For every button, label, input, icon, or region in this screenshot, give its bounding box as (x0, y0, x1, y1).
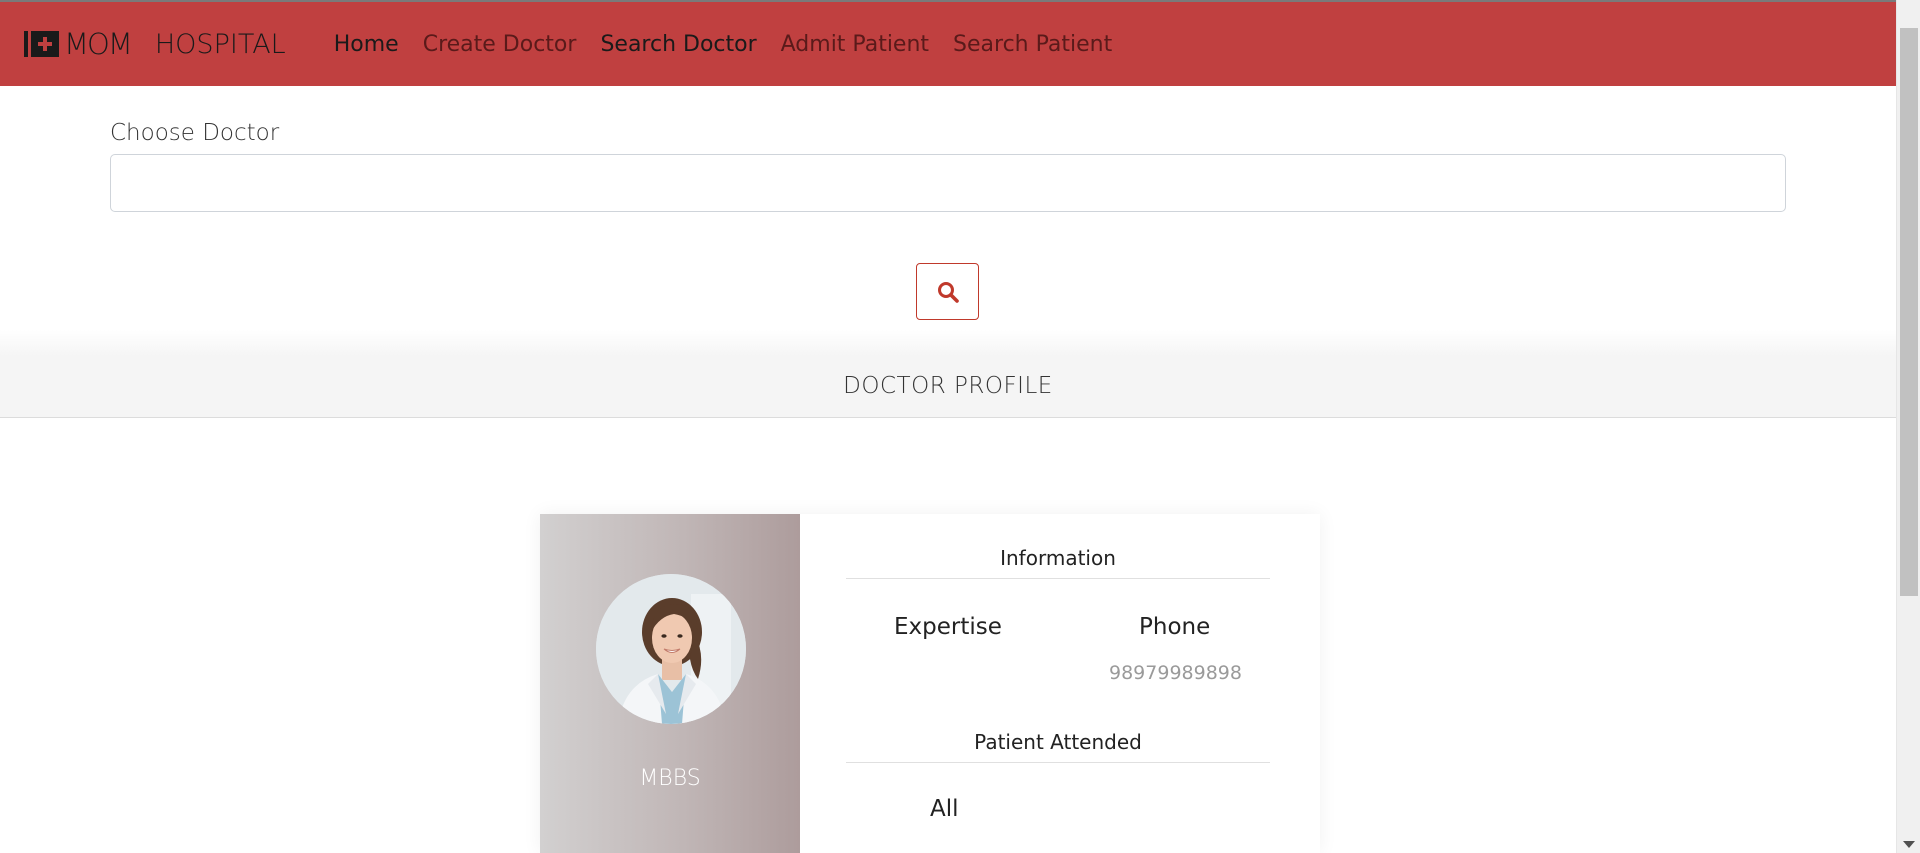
expertise-label: Expertise (894, 614, 1002, 640)
search-button[interactable] (916, 263, 979, 320)
information-title: Information (846, 546, 1270, 579)
choose-doctor-input[interactable] (110, 154, 1786, 212)
nav-admit-patient[interactable]: Admit Patient (769, 32, 941, 57)
brand-mom: MOM (64, 27, 133, 61)
profile-card-right: Information Expertise Phone 98979989898 … (800, 514, 1320, 853)
doctor-profile-card: MBBS Information Expertise Phone 9897998… (540, 514, 1320, 853)
phone-value: 98979989898 (1109, 662, 1242, 684)
choose-doctor-label: Choose Doctor (110, 120, 280, 146)
nav-home[interactable]: Home (322, 32, 411, 57)
nav-search-patient[interactable]: Search Patient (941, 32, 1124, 57)
scroll-down-arrow-icon[interactable] (1897, 835, 1920, 853)
scrollbar-thumb[interactable] (1900, 28, 1918, 596)
section-shade (0, 330, 1896, 356)
brand-hospital: HOSPITAL (154, 28, 286, 60)
medical-cross-icon (31, 31, 59, 57)
nav-create-doctor[interactable]: Create Doctor (411, 32, 589, 57)
navbar: MOM HOSPITAL Home Create Doctor Search D… (0, 0, 1896, 86)
vertical-scrollbar[interactable] (1896, 0, 1920, 853)
doctor-search-form: Choose Doctor (110, 120, 1786, 212)
patient-attended-value: All (930, 796, 959, 822)
doctor-avatar (596, 574, 746, 724)
doctor-portrait (596, 574, 746, 724)
nav-links: Home Create Doctor Search Doctor Admit P… (322, 32, 1125, 57)
doctor-degree: MBBS (639, 766, 701, 791)
brand[interactable]: MOM HOSPITAL (24, 27, 286, 61)
section-header: DOCTOR PROFILE (0, 355, 1896, 418)
nav-search-doctor[interactable]: Search Doctor (588, 32, 768, 57)
logo-bar-left (24, 31, 28, 57)
profile-card-left: MBBS (540, 514, 800, 853)
phone-label: Phone (1139, 614, 1211, 640)
search-icon (937, 281, 959, 303)
patient-attended-title: Patient Attended (846, 730, 1270, 763)
section-title: DOCTOR PROFILE (843, 373, 1053, 399)
brand-logo: MOM (24, 27, 133, 61)
